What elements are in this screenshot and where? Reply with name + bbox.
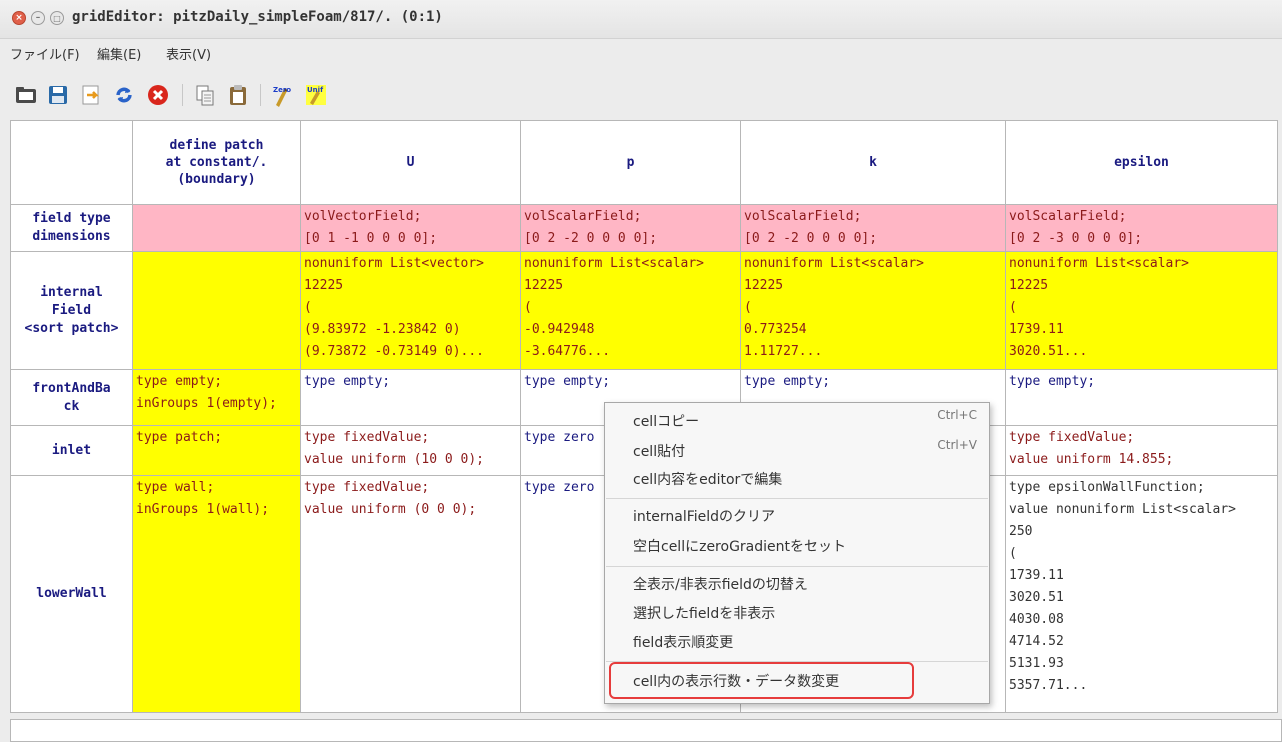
table-cell[interactable]: type fixedValue; value uniform 14.855; <box>1005 425 1278 476</box>
column-header-k[interactable]: k <box>740 120 1006 205</box>
menu-item-set-zerogradient[interactable]: 空白cellにzeroGradientをセット <box>605 533 989 561</box>
row-header-internal-field[interactable]: internal Field <sort patch> <box>10 251 133 370</box>
menu-item-edit-in-editor[interactable]: cell内容をeditorで編集 <box>605 466 989 494</box>
row-header-field-type[interactable]: field type dimensions <box>10 204 133 252</box>
menu-item-label: internalFieldのクリア <box>633 509 776 525</box>
menu-item-label: 全表示/非表示fieldの切替え <box>633 577 808 593</box>
menu-item-clear-internalfield[interactable]: internalFieldのクリア <box>605 503 989 531</box>
refresh-icon[interactable] <box>112 83 136 107</box>
column-header-epsilon[interactable]: epsilon <box>1005 120 1278 205</box>
table-cell[interactable]: volScalarField; [0 2 -2 0 0 0 0]; <box>520 204 741 252</box>
zero-icon[interactable]: Zero <box>271 83 295 107</box>
menu-item-label: 選択したfieldを非表示 <box>633 606 776 622</box>
menu-separator <box>606 566 988 567</box>
table-cell[interactable]: volScalarField; [0 2 -3 0 0 0 0]; <box>1005 204 1278 252</box>
menu-item-label: cell内容をeditorで編集 <box>633 472 783 488</box>
copy-icon[interactable] <box>193 83 217 107</box>
table-cell[interactable]: type fixedValue; value uniform (10 0 0); <box>300 425 521 476</box>
menu-item-toggle-fields[interactable]: 全表示/非表示fieldの切替え <box>605 571 989 599</box>
table-cell[interactable] <box>132 204 301 252</box>
table-cell[interactable]: type empty; <box>300 369 521 426</box>
highlight-box <box>609 662 914 699</box>
zero-icon-label: Zero <box>273 86 291 94</box>
save-icon[interactable] <box>46 83 70 107</box>
row-header-frontandback[interactable]: frontAndBa ck <box>10 369 133 426</box>
title-bar: × – □ gridEditor: pitzDaily_simpleFoam/8… <box>0 0 1282 39</box>
menu-item-shortcut: Ctrl+C <box>937 408 977 422</box>
menu-item-label: cell貼付 <box>633 444 686 460</box>
toolbar-separator <box>182 84 183 106</box>
export-icon[interactable] <box>79 83 103 107</box>
minimize-window-icon[interactable]: – <box>31 11 45 25</box>
table-cell[interactable]: type wall; inGroups 1(wall); <box>132 475 301 713</box>
table-cell[interactable]: type fixedValue; value uniform (0 0 0); <box>300 475 521 713</box>
table-cell[interactable]: nonuniform List<vector> 12225 ( (9.83972… <box>300 251 521 370</box>
menu-item-field-order[interactable]: field表示順変更 <box>605 629 989 657</box>
table-cell[interactable]: volVectorField; [0 1 -1 0 0 0 0]; <box>300 204 521 252</box>
corner-cell <box>10 120 133 205</box>
menu-item-label: field表示順変更 <box>633 635 734 651</box>
table-cell[interactable]: volScalarField; [0 2 -2 0 0 0 0]; <box>740 204 1006 252</box>
menu-item-cell-paste[interactable]: cell貼付 Ctrl+V <box>605 438 989 466</box>
table-cell[interactable]: type empty; <box>1005 369 1278 426</box>
table-cell[interactable]: nonuniform List<scalar> 12225 ( 1739.11 … <box>1005 251 1278 370</box>
toolbar: Zero Unif <box>0 74 1282 114</box>
table-cell[interactable]: nonuniform List<scalar> 12225 ( -0.94294… <box>520 251 741 370</box>
menu-item-label: cellコピー <box>633 414 700 430</box>
cancel-icon[interactable] <box>146 83 170 107</box>
menu-item-cell-copy[interactable]: cellコピー Ctrl+C <box>605 408 989 436</box>
menu-separator <box>606 498 988 499</box>
table-cell[interactable]: type patch; <box>132 425 301 476</box>
row-header-lowerwall[interactable]: lowerWall <box>10 475 133 713</box>
table-row: field type dimensions volVectorField; [0… <box>10 204 1278 252</box>
table-cell[interactable] <box>132 251 301 370</box>
row-header-inlet[interactable]: inlet <box>10 425 133 476</box>
unif-icon[interactable]: Unif <box>304 83 328 107</box>
close-window-icon[interactable]: × <box>12 11 26 25</box>
table-header-row: define patch at constant/. (boundary) U … <box>10 120 1278 205</box>
menu-item-label: 空白cellにzeroGradientをセット <box>633 539 847 555</box>
folder-icon[interactable] <box>14 83 38 107</box>
context-menu: cellコピー Ctrl+C cell貼付 Ctrl+V cell内容をedit… <box>604 402 990 704</box>
menu-file[interactable]: ファイル(F) <box>10 44 80 68</box>
table-cell[interactable]: nonuniform List<scalar> 12225 ( 0.773254… <box>740 251 1006 370</box>
menu-edit[interactable]: 編集(E) <box>97 44 141 68</box>
maximize-window-icon[interactable]: □ <box>50 11 64 25</box>
menu-item-shortcut: Ctrl+V <box>937 438 977 452</box>
table-cell[interactable]: type epsilonWallFunction; value nonunifo… <box>1005 475 1278 713</box>
column-header-U[interactable]: U <box>300 120 521 205</box>
column-header-p[interactable]: p <box>520 120 741 205</box>
toolbar-separator <box>260 84 261 106</box>
table-cell[interactable]: type empty; inGroups 1(empty); <box>132 369 301 426</box>
menu-view[interactable]: 表示(V) <box>166 44 211 68</box>
menu-item-hide-selected-field[interactable]: 選択したfieldを非表示 <box>605 600 989 628</box>
column-header-boundary[interactable]: define patch at constant/. (boundary) <box>132 120 301 205</box>
window-title: gridEditor: pitzDaily_simpleFoam/817/. (… <box>72 9 443 25</box>
table-row: internal Field <sort patch> nonuniform L… <box>10 251 1278 370</box>
unif-icon-label: Unif <box>307 86 324 94</box>
paste-icon[interactable] <box>226 83 250 107</box>
status-bar <box>10 719 1282 742</box>
